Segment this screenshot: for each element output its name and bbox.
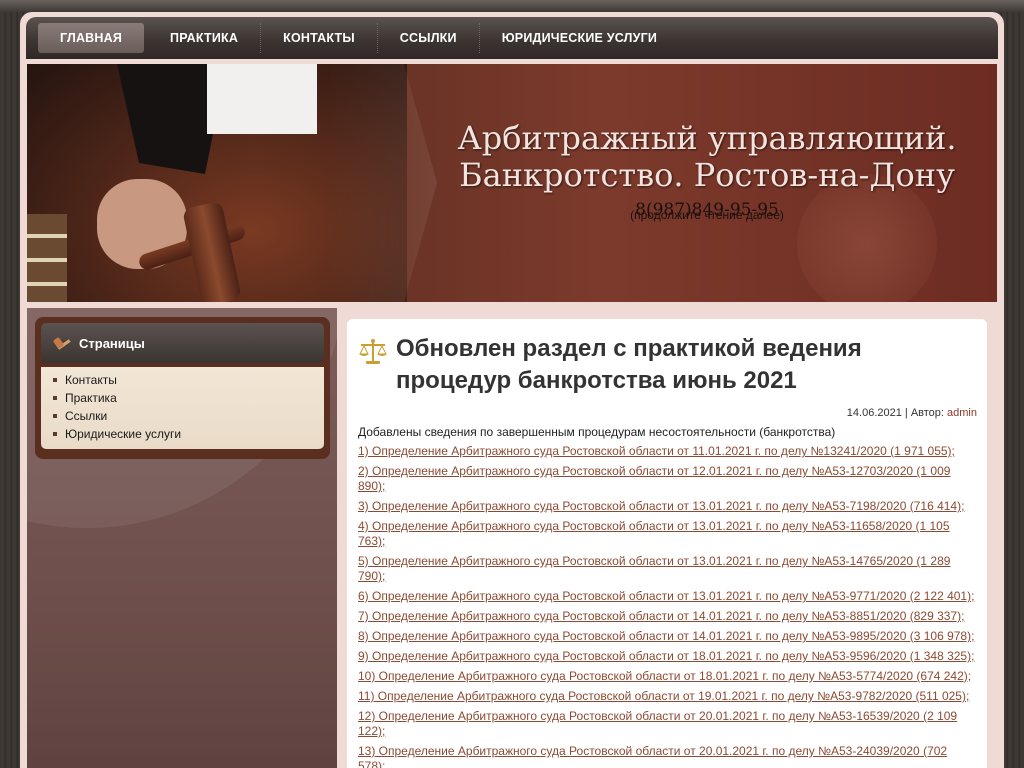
sidebar-item-label[interactable]: Практика [65, 391, 117, 405]
bullet-icon [53, 432, 57, 436]
pages-widget: Страницы Контакты Практика Ссылки Юридич… [35, 317, 330, 459]
post-author-prefix: | Автор: [901, 407, 948, 419]
nav-contacts[interactable]: КОНТАКТЫ [261, 23, 378, 53]
document-links: 1) Определение Арбитражного суда Ростовс… [358, 444, 977, 768]
document-link[interactable]: 8) Определение Арбитражного суда Ростовс… [358, 629, 977, 644]
sidebar-item-label[interactable]: Контакты [65, 373, 117, 387]
post-date: 14.06.2021 [846, 407, 902, 419]
nav-practice[interactable]: ПРАКТИКА [148, 23, 262, 53]
post-intro: Добавлены сведения по завершенным процед… [358, 425, 836, 439]
document-link[interactable]: 4) Определение Арбитражного суда Ростовс… [358, 519, 977, 549]
sidebar-item-label[interactable]: Юридические услуги [65, 427, 181, 441]
sidebar-item-contacts[interactable]: Контакты [53, 371, 316, 389]
bullet-icon [53, 414, 57, 418]
post-title[interactable]: Обновлен раздел с практикой ведения проц… [396, 333, 977, 397]
document-link[interactable]: 6) Определение Арбитражного суда Ростовс… [358, 589, 977, 604]
post-content: Обновлен раздел с практикой ведения проц… [347, 319, 987, 768]
photo-books [27, 214, 67, 302]
sidebar-item-practice[interactable]: Практика [53, 389, 316, 407]
gavel-icon [55, 336, 71, 350]
site-title: Арбитражный управляющий. Банкротство. Ро… [457, 119, 957, 194]
scales-icon [359, 339, 387, 364]
bullet-icon [53, 396, 57, 400]
document-link[interactable]: 11) Определение Арбитражного суда Ростов… [358, 689, 977, 704]
document-link[interactable]: 5) Определение Арбитражного суда Ростовс… [358, 554, 977, 584]
document-link[interactable]: 10) Определение Арбитражного суда Ростов… [358, 669, 977, 684]
photo-shirt [207, 64, 317, 134]
post-heading: Обновлен раздел с практикой ведения проц… [358, 333, 977, 397]
document-link[interactable]: 13) Определение Арбитражного суда Ростов… [358, 744, 977, 768]
pages-widget-header: Страницы [41, 323, 324, 363]
document-link[interactable]: 3) Определение Арбитражного суда Ростовс… [358, 499, 977, 514]
nav-links[interactable]: ССЫЛКИ [378, 23, 480, 53]
post-meta: 14.06.2021 | Автор: admin [358, 407, 977, 419]
banner-chevron [327, 64, 437, 302]
top-strip [0, 0, 1024, 12]
sidebar-item-links[interactable]: Ссылки [53, 407, 316, 425]
document-link[interactable]: 9) Определение Арбитражного суда Ростовс… [358, 649, 977, 664]
header-banner: Арбитражный управляющий. Банкротство. Ро… [27, 64, 997, 302]
post-author[interactable]: admin [947, 407, 977, 419]
nav-legal-services[interactable]: ЮРИДИЧЕСКИЕ УСЛУГИ [480, 23, 679, 53]
nav-home[interactable]: ГЛАВНАЯ [38, 23, 145, 53]
pages-widget-title: Страницы [79, 335, 145, 351]
document-link[interactable]: 7) Определение Арбитражного суда Ростовс… [358, 609, 977, 624]
document-link[interactable]: 2) Определение Арбитражного суда Ростовс… [358, 464, 977, 494]
bullet-icon [53, 378, 57, 382]
site-phone: 8(987)849-95-95 [635, 200, 779, 220]
pages-list: Контакты Практика Ссылки Юридические усл… [41, 367, 324, 449]
sidebar-item-label[interactable]: Ссылки [65, 409, 107, 423]
sidebar-item-legal-services[interactable]: Юридические услуги [53, 425, 316, 443]
document-link[interactable]: 1) Определение Арбитражного суда Ростовс… [358, 444, 977, 459]
main-nav: ГЛАВНАЯ ПРАКТИКА КОНТАКТЫ ССЫЛКИ ЮРИДИЧЕ… [26, 17, 998, 59]
document-link[interactable]: 12) Определение Арбитражного суда Ростов… [358, 709, 977, 739]
